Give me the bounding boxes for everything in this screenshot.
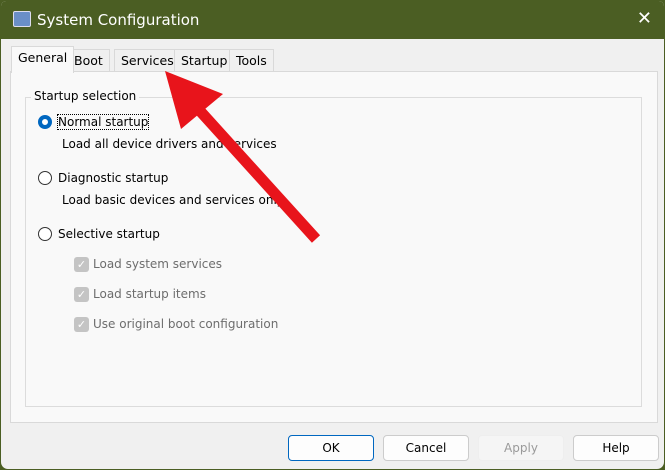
red-arrow-annotation	[165, 71, 321, 243]
system-configuration-window: System Configuration ✕ General Boot Serv…	[0, 0, 665, 470]
arrow-shaft	[186, 97, 321, 243]
tab-general[interactable]: General	[11, 46, 75, 73]
